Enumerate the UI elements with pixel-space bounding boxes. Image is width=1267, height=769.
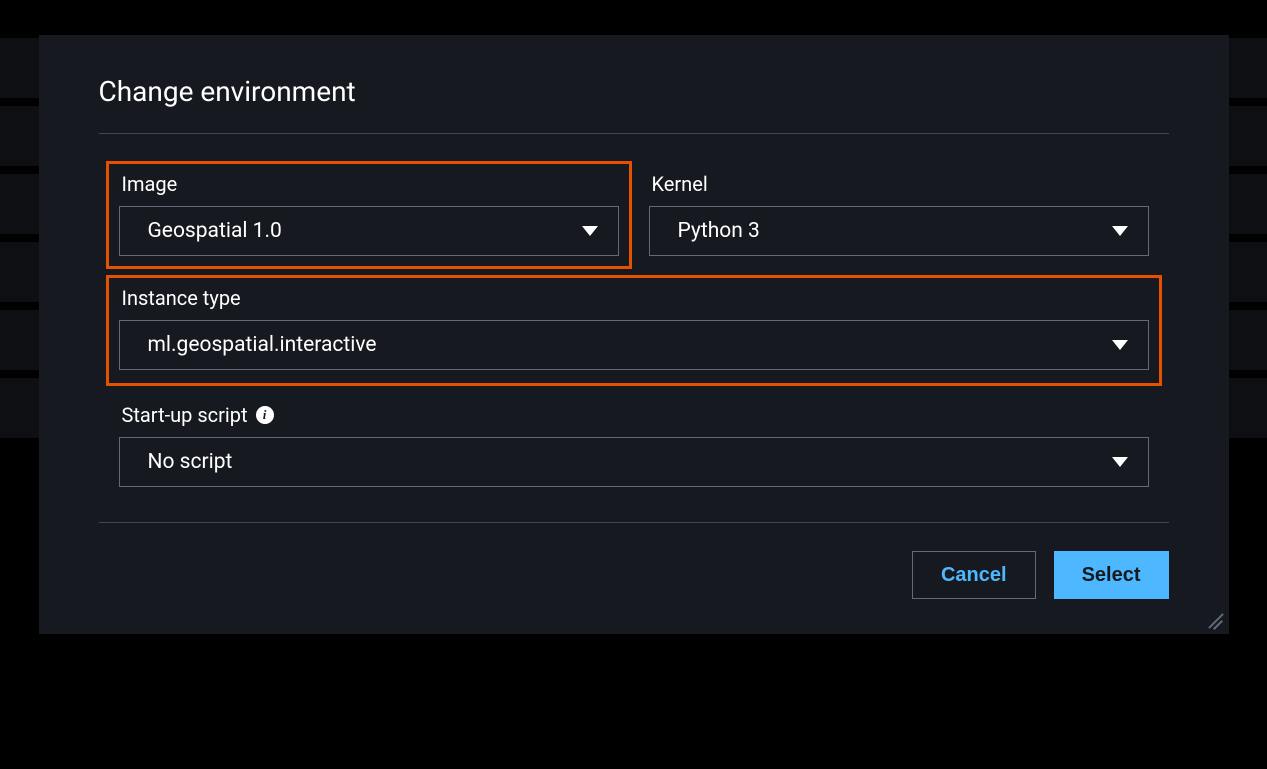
chevron-down-icon xyxy=(1112,226,1128,236)
image-select[interactable]: Geospatial 1.0 xyxy=(119,206,619,256)
change-environment-modal: Change environment Image Geospatial 1.0 … xyxy=(39,35,1229,634)
divider xyxy=(99,522,1169,523)
cancel-button[interactable]: Cancel xyxy=(912,551,1036,599)
select-button[interactable]: Select xyxy=(1054,551,1169,599)
image-select-value: Geospatial 1.0 xyxy=(148,219,282,243)
resize-handle[interactable] xyxy=(1205,610,1223,628)
image-label: Image xyxy=(122,172,178,196)
image-highlight: Image Geospatial 1.0 xyxy=(106,161,632,269)
divider xyxy=(99,133,1169,134)
startup-script-label: Start-up script xyxy=(122,403,248,427)
form-grid: Image Geospatial 1.0 Kernel Python 3 Ins… xyxy=(99,172,1169,487)
kernel-field: Kernel Python 3 xyxy=(649,172,1149,256)
instance-type-label: Instance type xyxy=(122,286,241,310)
chevron-down-icon xyxy=(1112,457,1128,467)
chevron-down-icon xyxy=(1112,340,1128,350)
startup-script-select[interactable]: No script xyxy=(119,437,1149,487)
kernel-label: Kernel xyxy=(652,172,708,196)
info-icon[interactable]: i xyxy=(256,406,274,424)
instance-type-select[interactable]: ml.geospatial.interactive xyxy=(119,320,1149,370)
kernel-select[interactable]: Python 3 xyxy=(649,206,1149,256)
startup-script-select-value: No script xyxy=(148,450,233,474)
instance-type-select-value: ml.geospatial.interactive xyxy=(148,333,377,357)
modal-title: Change environment xyxy=(99,75,1169,108)
modal-actions: Cancel Select xyxy=(99,551,1169,599)
instance-type-highlight: Instance type ml.geospatial.interactive xyxy=(106,275,1162,386)
startup-script-field: Start-up script i No script xyxy=(119,403,1149,487)
instance-type-field: Instance type ml.geospatial.interactive xyxy=(119,286,1149,373)
image-field: Image Geospatial 1.0 xyxy=(119,172,619,256)
chevron-down-icon xyxy=(582,226,598,236)
kernel-select-value: Python 3 xyxy=(678,219,760,243)
